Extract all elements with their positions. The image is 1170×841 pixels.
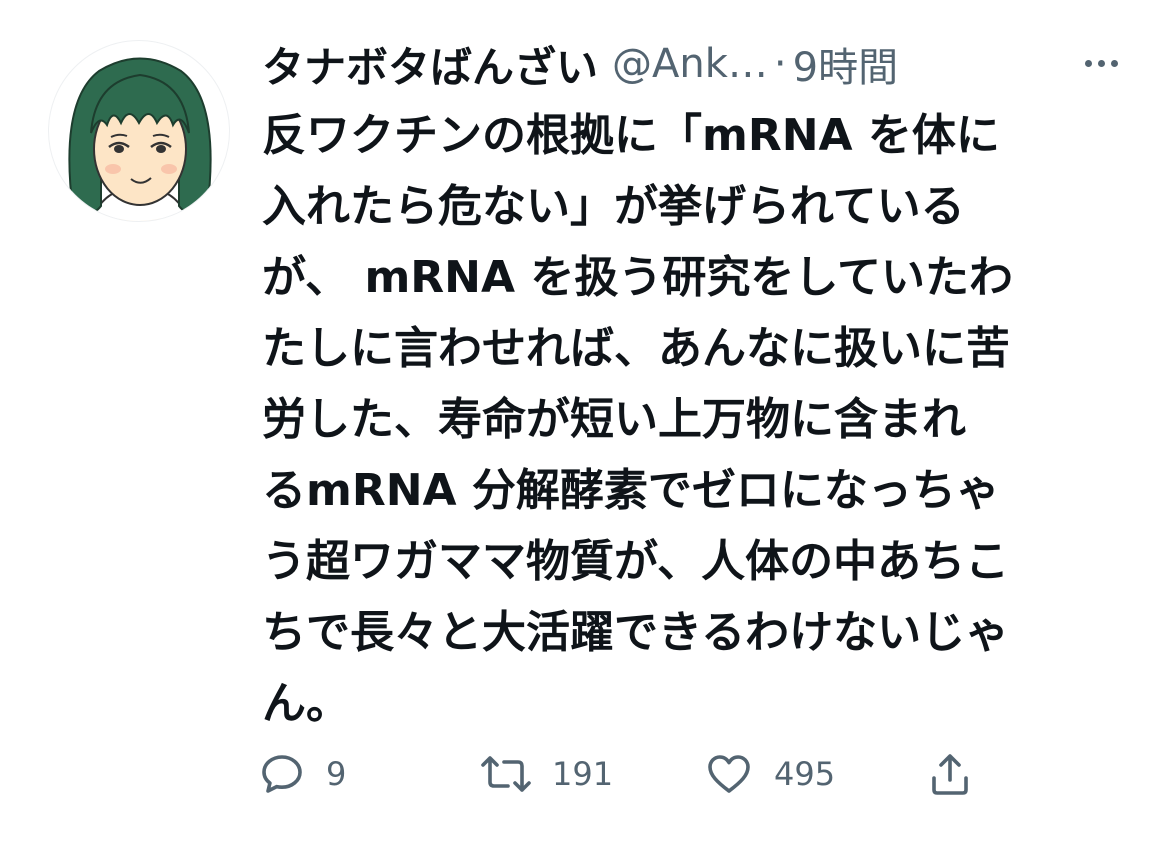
more-horizontal-icon xyxy=(1082,59,1121,67)
retweet-button[interactable]: 191 xyxy=(480,744,613,804)
tweet-text-line: たしに言わせれば、あんなに扱いに苦 xyxy=(262,323,1010,374)
tweet-text-line: るmRNA 分解酵素でゼロになっちゃ xyxy=(262,465,1000,516)
cartoon-woman-avatar-icon xyxy=(68,57,212,221)
tweet-text-line: ん。 xyxy=(262,678,350,729)
tweet-text-line: が、 mRNA を扱う研究をしていたわ xyxy=(262,252,1014,303)
tweet-text-line: ちで長々と大活躍できるわけないじゃ xyxy=(262,607,1010,658)
avatar[interactable] xyxy=(48,40,230,222)
tweet-text-line: 反ワクチンの根拠に「mRNA を体に xyxy=(262,110,1000,161)
reply-button[interactable]: 9 xyxy=(258,744,346,804)
heart-icon xyxy=(708,755,750,793)
tweet-actions: 9 191 495 xyxy=(258,744,1018,804)
retweet-count: 191 xyxy=(552,755,614,793)
tweet-text-line: う超ワガママ物質が、人体の中あちこ xyxy=(262,536,1010,587)
tweet[interactable]: タナボタばんざい @Ank… · 9時間 反ワクチンの根拠に「mRNA を体に … xyxy=(0,0,1170,841)
tweet-header: タナボタばんざい @Ank… · 9時間 xyxy=(262,34,1142,94)
separator-dot: · xyxy=(773,41,787,87)
share-button[interactable] xyxy=(928,744,972,804)
retweet-icon xyxy=(481,756,531,792)
share-upload-icon xyxy=(932,754,968,795)
reply-bubble-icon xyxy=(262,755,302,793)
tweet-text: 反ワクチンの根拠に「mRNA を体に 入れたら危ない」が挙げられている が、 m… xyxy=(262,100,1122,739)
tweet-text-line: 入れたら危ない」が挙げられている xyxy=(262,181,965,232)
tweet-text-line: 労した、寿命が短い上万物に含まれ xyxy=(262,394,966,445)
like-count: 495 xyxy=(774,755,836,793)
reply-count: 9 xyxy=(326,755,347,793)
timestamp[interactable]: 9時間 xyxy=(793,35,898,93)
user-handle[interactable]: @Ank… xyxy=(612,41,768,87)
like-button[interactable]: 495 xyxy=(704,744,835,804)
display-name[interactable]: タナボタばんざい xyxy=(262,34,598,95)
more-options-button[interactable] xyxy=(1074,36,1128,90)
